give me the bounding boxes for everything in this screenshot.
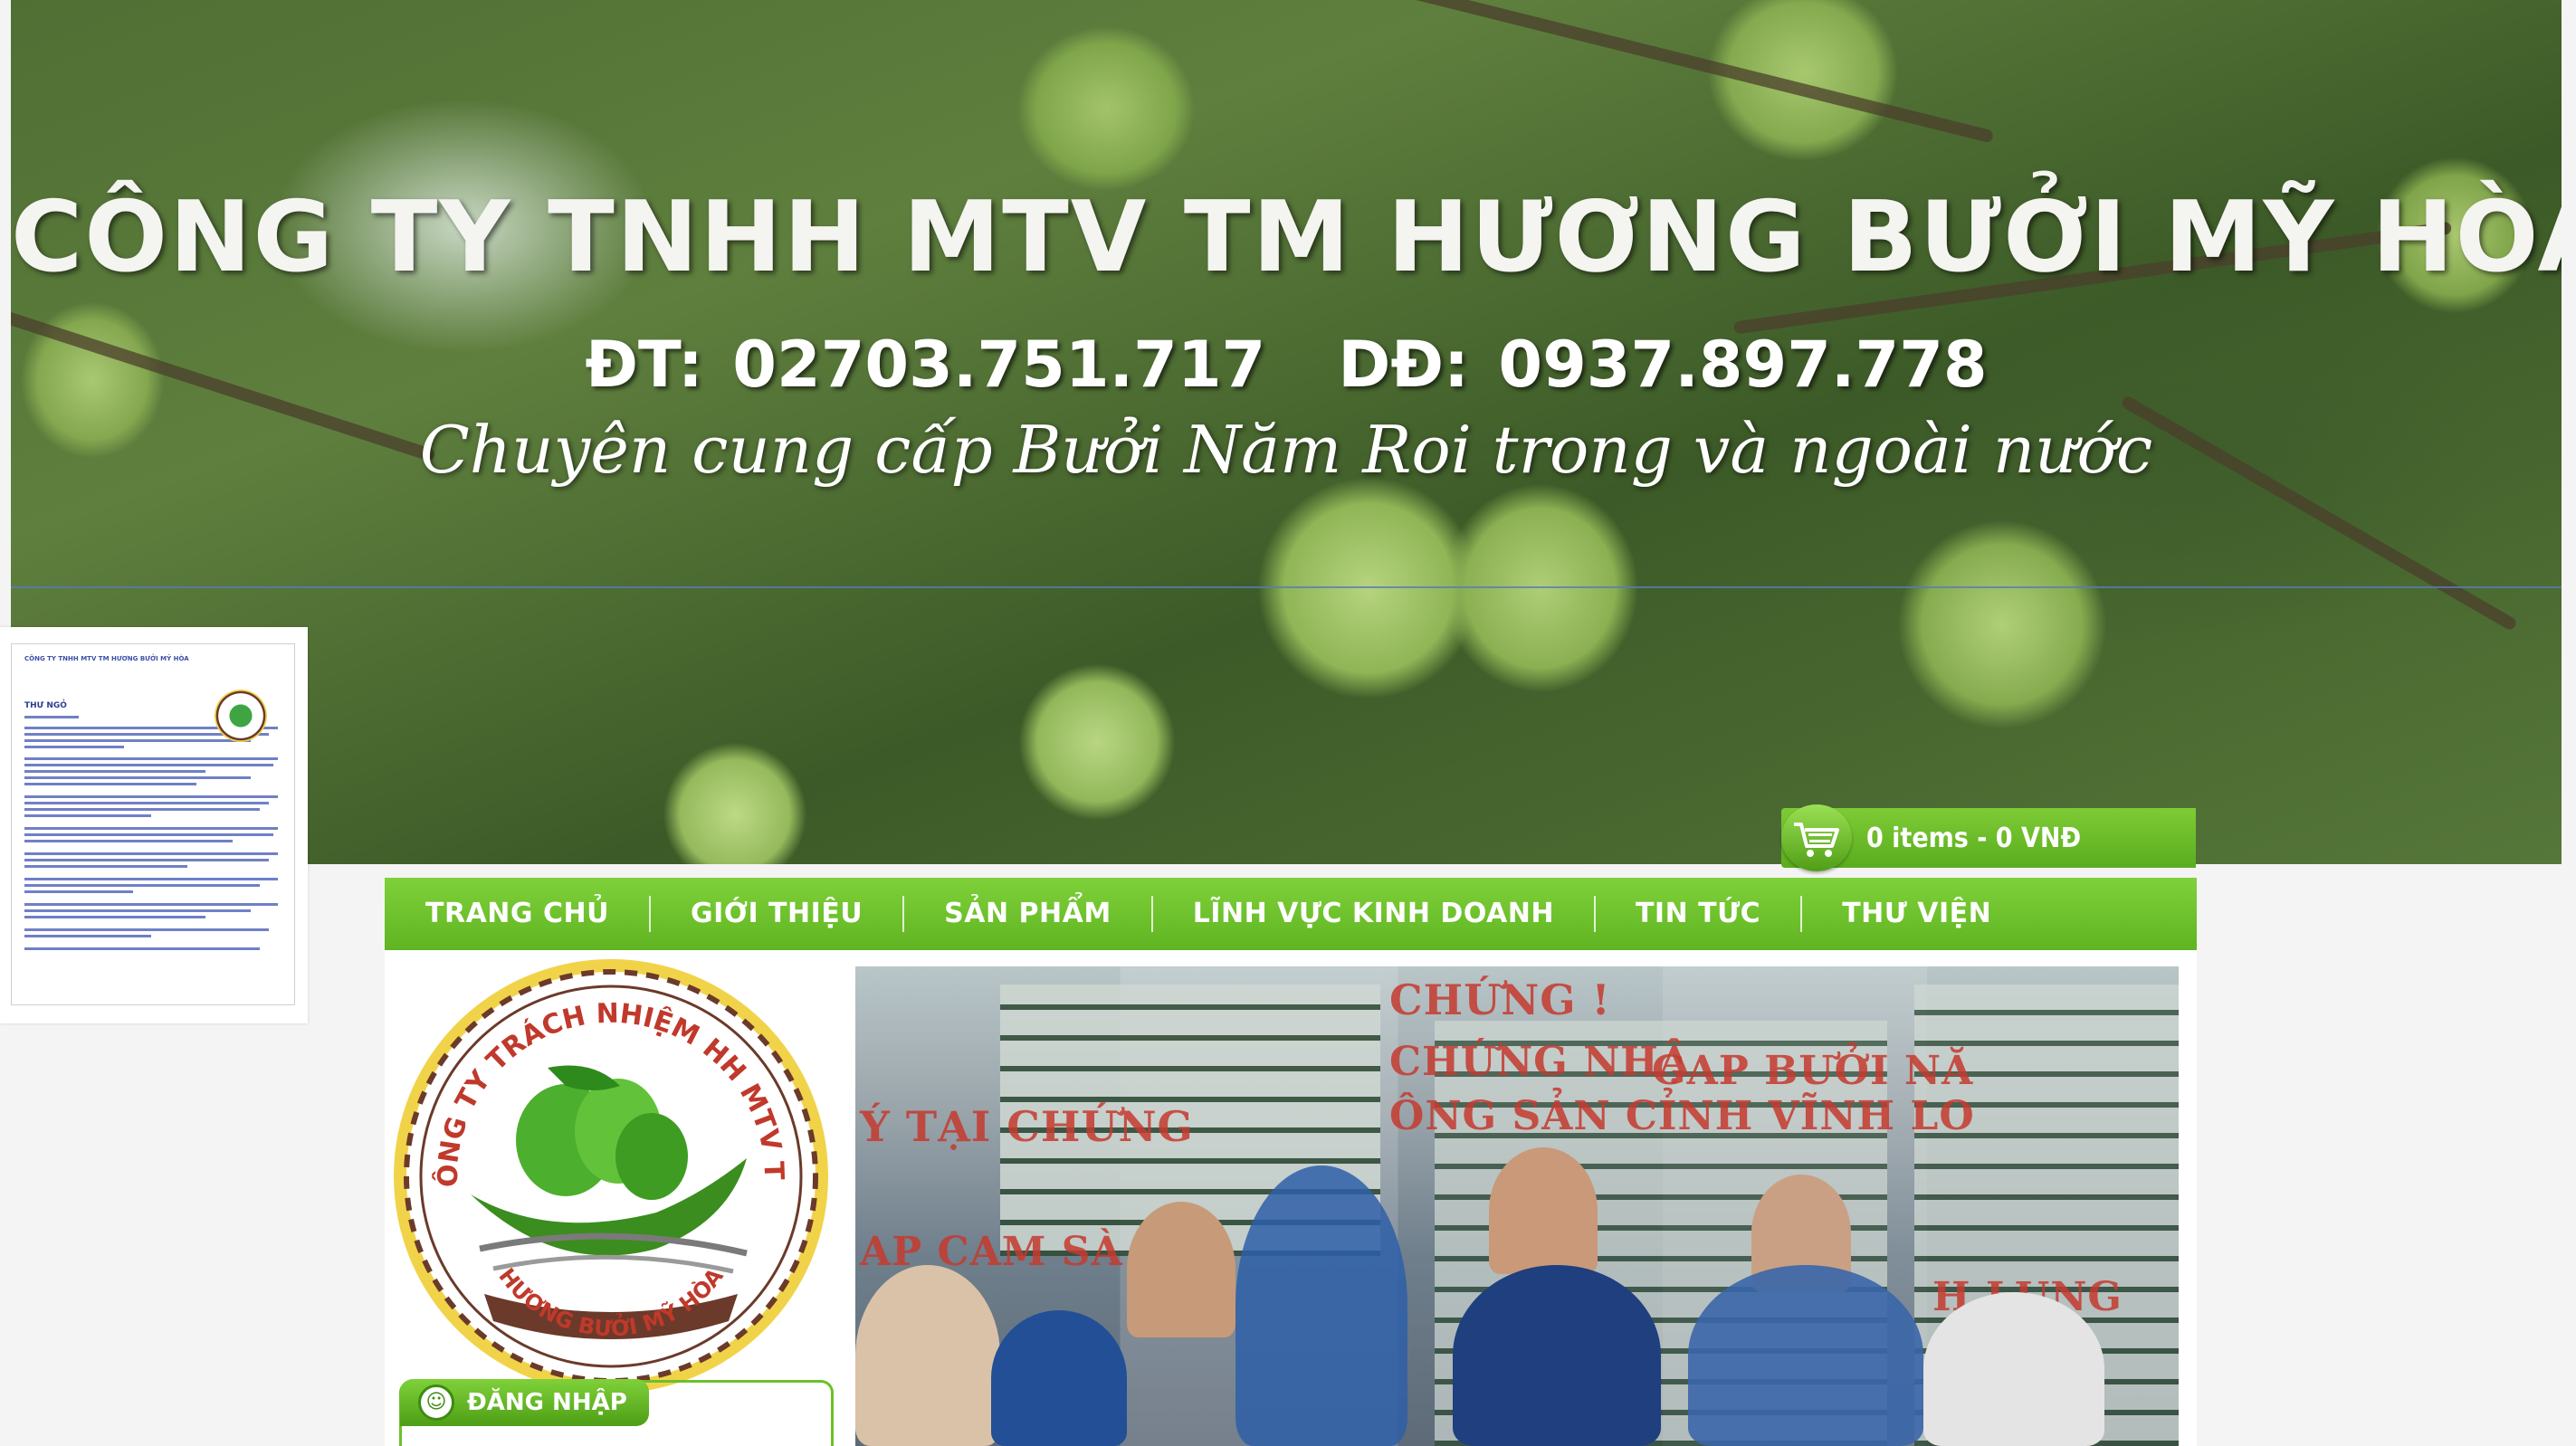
nav-item-products[interactable]: SẢN PHẨM [902,896,1151,932]
slide-caption: Ý TẠI CHỨNG [860,1102,1194,1151]
person-figure [1923,1292,2104,1446]
letter-thumbnail[interactable]: CÔNG TY TNHH MTV TM HƯƠNG BƯỞI MỸ HÒA TH… [0,627,308,1023]
login-button[interactable]: ☺ ĐĂNG NHẬP [400,1379,649,1426]
login-icon: ☺ [418,1384,454,1421]
nav-item-gallery[interactable]: THƯ VIỆN [1800,896,2031,932]
letter-title: CÔNG TY TNHH MTV TM HƯƠNG BƯỞI MỸ HÒA [24,655,189,662]
letter-document: CÔNG TY TNHH MTV TM HƯƠNG BƯỞI MỸ HÒA TH… [11,643,295,1005]
person-figure [1453,1265,1661,1446]
slide-caption: AP CAM SÀ [860,1229,1123,1275]
person-figure [991,1310,1127,1446]
person-figure [1489,1147,1598,1274]
slide-caption: CHỨNG NHẬ [1389,1039,1692,1085]
company-slogan: Chuyên cung cấp Bưởi Năm Roi trong và ng… [419,412,2153,488]
person-figure [1688,1265,1923,1446]
mobile-phone: DĐ: 0937.897.778 [1338,328,1988,402]
login-label: ĐĂNG NHẬP [467,1389,627,1416]
company-logo[interactable]: CÔNG TY TRÁCH NHIỆM HH MTV TM HƯƠNG BƯỞI… [371,926,839,1446]
letter-logo-icon [215,690,267,742]
header-banner: CÔNG TY TNHH MTV TM HƯƠNG BƯỞI MỸ HÒA ĐT… [11,0,2562,864]
nav-item-home[interactable]: TRANG CHỦ [425,896,649,932]
cart-summary[interactable]: 0 items - 0 VNĐ [1866,823,2081,854]
banner-divider-line [11,586,2562,588]
contact-numbers: ĐT: 02703.751.717 DĐ: 0937.897.778 [11,328,2562,402]
company-title: CÔNG TY TNHH MTV TM HƯƠNG BƯỞI MỸ HÒA [11,181,2562,294]
nav-item-business[interactable]: LĨNH VỰC KINH DOANH [1150,896,1594,932]
image-slideshow[interactable]: CHỨNG ! CHỨNG NHẬ GAP BƯỞI NĂ Ý TẠI CHỨN… [855,966,2179,1446]
nav-item-news[interactable]: TIN TỨC [1593,896,1800,932]
person-figure [855,1265,1000,1446]
person-figure [1127,1202,1236,1337]
main-navigation: TRANG CHỦ GIỚI THIỆU SẢN PHẨM LĨNH VỰC K… [385,878,2197,950]
office-phone: ĐT: 02703.751.717 [585,328,1266,402]
slide-caption: ÔNG SẢN CỈNH VĨNH LO [1389,1093,1975,1139]
shopping-cart-widget[interactable]: 0 items - 0 VNĐ [1781,804,2196,871]
slide-caption: GAP BƯỞI NĂ [1652,1048,1974,1094]
shopping-cart-icon[interactable] [1781,804,1852,871]
banner-branch [1376,0,1995,144]
slide-caption: CHỨNG ! [1389,975,1611,1024]
person-figure [1236,1165,1407,1446]
letter-text-lines [24,715,278,950]
nav-item-about[interactable]: GIỚI THIỆU [648,896,902,932]
